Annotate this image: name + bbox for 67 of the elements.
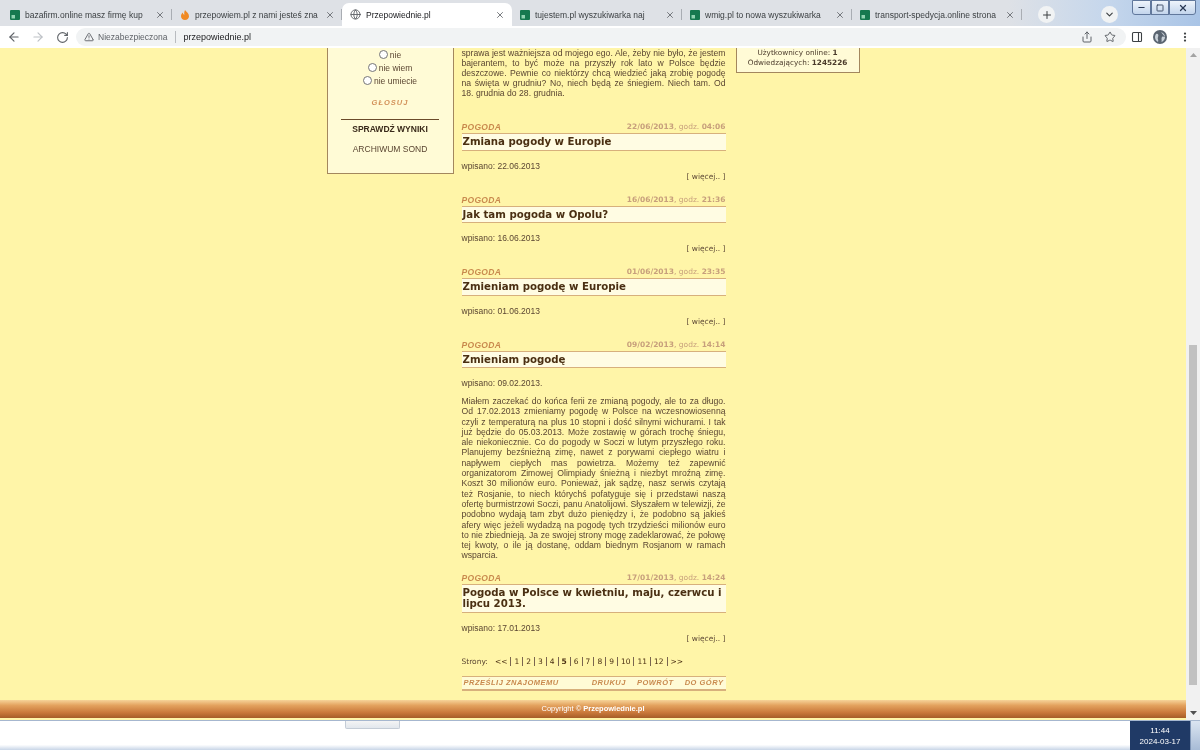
- article-title[interactable]: Zmiana pogody w Europie: [461, 133, 726, 151]
- option-label[interactable]: nie umiecie: [374, 75, 417, 86]
- article-title[interactable]: Jak tam pogoda w Opolu?: [461, 205, 726, 223]
- flame-icon: [180, 9, 190, 20]
- globe-avatar-icon: [1153, 30, 1167, 44]
- share-icon: [1081, 31, 1093, 43]
- maximize-button[interactable]: [1151, 0, 1169, 15]
- tab-search-button[interactable]: [1101, 6, 1118, 23]
- triangle-down-icon[interactable]: [1189, 711, 1197, 715]
- browser-tab[interactable]: bazafirm.online masz firmę kup: [2, 3, 172, 26]
- maximize-icon: [1156, 3, 1164, 12]
- star-icon: [1104, 31, 1116, 43]
- show-desktop-button[interactable]: [1190, 721, 1200, 750]
- option-label[interactable]: nie wiem: [378, 62, 413, 73]
- square-logo-icon: [10, 9, 20, 20]
- article-title[interactable]: Zmieniam pogodę: [461, 350, 726, 368]
- square-logo-icon: [520, 9, 530, 20]
- posted-date: wpisano: 01.06.2013: [461, 305, 541, 316]
- posted-date: wpisano: 17.01.2013: [461, 622, 541, 633]
- arrow-left-icon: [7, 30, 21, 44]
- posted-date: wpisano: 16.06.2013: [461, 233, 541, 243]
- close-icon: [325, 9, 335, 20]
- reload-icon: [55, 30, 69, 44]
- results-link[interactable]: SPRAWDŹ WYNIKI: [352, 124, 428, 134]
- close-icon: [495, 9, 505, 20]
- radio-button[interactable]: [367, 63, 377, 72]
- browser-tab[interactable]: Przepowiednie.pl: [342, 3, 512, 26]
- side-panel-icon: [1131, 31, 1143, 43]
- scrollbar[interactable]: [1186, 48, 1200, 720]
- profile-button[interactable]: [1150, 28, 1170, 46]
- clock-time: 11:44: [1150, 724, 1170, 736]
- arrow-right-icon: [31, 30, 45, 44]
- article-title[interactable]: Zmieniam pogodę w Europie: [461, 278, 726, 296]
- posted-date: wpisano: 09.02.2013.: [461, 378, 544, 388]
- close-window-button[interactable]: [1169, 0, 1196, 15]
- close-icon: [155, 9, 165, 20]
- triangle-up-icon[interactable]: [1189, 53, 1197, 57]
- new-tab-button[interactable]: [1038, 6, 1055, 23]
- address-bar[interactable]: Niezabezpieczona przepowiednie.pl: [76, 28, 1126, 46]
- site-info-chip[interactable]: Niezabezpieczona: [84, 31, 177, 43]
- scrollbar-thumb[interactable]: [1189, 345, 1197, 685]
- close-icon: [665, 9, 675, 20]
- plus-icon: [1040, 8, 1053, 21]
- square-logo-icon: [860, 9, 870, 20]
- warning-icon: [84, 32, 94, 42]
- close-icon: [835, 9, 845, 20]
- radio-button[interactable]: [363, 76, 372, 85]
- chevron-down-icon: [1104, 9, 1115, 20]
- article-text: Miałem zaczekać do końca ferii ze zmianą pogody, ale to za długo. Od 17.02.2013 zmieniamy pogodę w Polsce na wczesnowiosenną czyli z temperaturą na plus 10 stopni i dość silnymi wichurami. I tak już będzie do 05.03.2013. Może zostawię w górach trochę śniegu, ale niekoniecznie. Co do pogody w Soczi w lutym przyszłego roku. Planujemy bezśnieżną zimę, nawet z porywami ciepłego wiatru i napływem ciepłych mas powietrza. Możemy też zapewnić organizatorom Zimowej Olimpiady śnieżną i niezbyt mroźną zimę. Koszt 30 milionów euro. Ponieważ, jak sądzę, nasz serwis czytają też Rosjanie, to niech którychś pofatyguje się i przedstawi naszą ofertę burmistrzowi Soczi, panu Anatolijowi. Słyszałem w telewizji, że podobno wydają tam zbyt dużo pieniędzy i, że podobno są jakieś afery więc jeżeli wydadzą na pogodę tych trzydzieści milionów euro to nie zbiednieją. Ja ze swojej strony mogę zadeklarować, że połowę tej kwoty, o ile ją dostanę, oddam biednym Rosjanom w ramach wsparcia.: [461, 396, 726, 561]
- article-text: sprawa jest ważniejsza od mojego ego. Ale, żeby nie było, że jestem bajerantem, to być może na przyszły rok lato w Polsce będzie deszczowe. Pewnie co niektórzy chcą wiedzieć jaką zrobię pogodę na święta w grudniu? No, niech będą ze śniegiem. Niech tam. Od 18. grudnia do 28. grudnia.: [461, 48, 726, 98]
- browser-tab[interactable]: tujestem.pl wyszukiwarka naj: [512, 3, 682, 26]
- browser-tab[interactable]: wmig.pl to nowa wyszukiwarka: [682, 3, 852, 26]
- close-icon: [1177, 2, 1188, 13]
- globe-icon: [350, 9, 361, 20]
- browser-tab[interactable]: transport-spedycja.online strona: [852, 3, 1022, 26]
- url-field[interactable]: przepowiednie.pl: [176, 30, 1077, 44]
- radio-button[interactable]: [378, 50, 388, 59]
- clock-date: 2024-03-17: [1139, 735, 1181, 747]
- square-logo-icon: [690, 9, 700, 20]
- clock[interactable]: 11:44 2024-03-17: [1130, 721, 1190, 750]
- option-label[interactable]: nie: [389, 49, 402, 60]
- article-title[interactable]: Pogoda w Polsce w kwietniu, maju, czerwcu i lipcu 2013.: [461, 583, 726, 613]
- archive-link[interactable]: ARCHIWUM SOND: [352, 144, 428, 154]
- close-icon: [1005, 9, 1015, 20]
- posted-date: wpisano: 22.06.2013: [461, 160, 541, 171]
- minimize-button[interactable]: [1132, 0, 1151, 15]
- browser-tab[interactable]: przepowiem.pl z nami jesteś zna: [172, 3, 342, 26]
